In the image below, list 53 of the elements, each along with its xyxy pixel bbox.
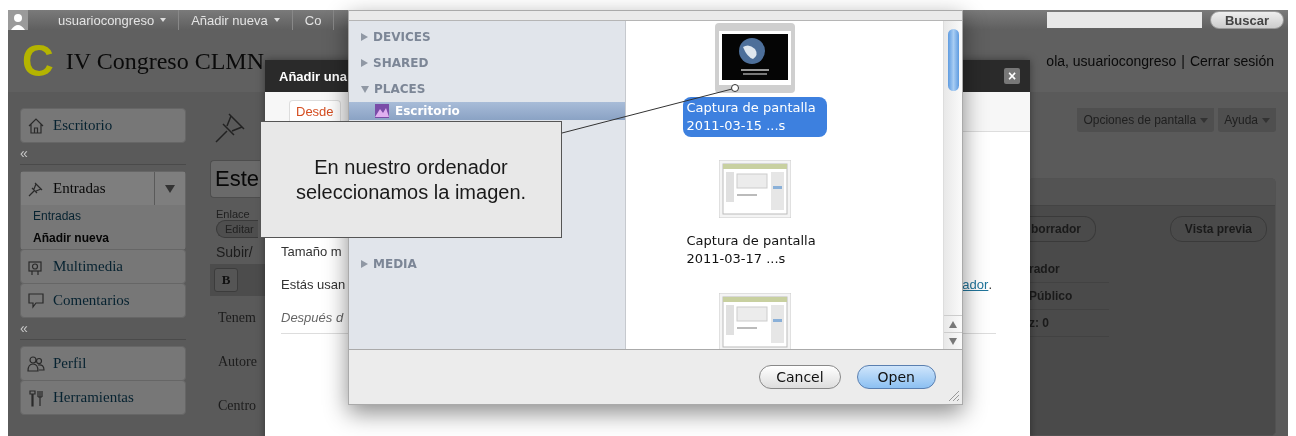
permalink-label: Enlace [216,208,250,220]
format-button[interactable]: B [214,268,238,292]
close-button[interactable]: × [1004,68,1020,84]
thumbnail-highlight[interactable] [714,23,795,93]
sidebar-group[interactable]: MEDIA [349,251,625,277]
submenu-item[interactable]: Añadir nueva [33,231,185,245]
callout-text: En nuestro ordenador seleccionamos la imagen. [294,154,528,205]
period-text: . [988,277,992,292]
sidebar-group[interactable]: SHARED [349,50,625,76]
house-icon [27,116,45,135]
sidebar-group[interactable]: DEVICES [349,24,625,50]
scrollbar[interactable] [943,21,962,349]
dialog-text: Después d [281,310,344,325]
search-button[interactable]: Buscar [1209,11,1284,29]
sidebar-item[interactable]: Escritorio [21,109,185,142]
editor-text: Tenem [218,310,256,326]
sidebar-item[interactable]: Comentarios [21,284,185,317]
sidebar-group[interactable]: PLACES [349,76,625,102]
site-logo: C [22,36,54,86]
tools-icon [27,388,45,407]
greeting-text: ola, usuariocongreso [1046,53,1177,69]
sidebar-item[interactable]: Multimedia [21,250,185,283]
text-link[interactable]: ador [962,277,989,292]
separator-text: | [1181,53,1185,69]
title-field[interactable]: Este [210,160,261,198]
caret-icon [1200,117,1209,123]
sidebar-item[interactable]: Escritorio [349,102,625,120]
collapse-arrows[interactable]: « [20,320,28,336]
dialog-tab[interactable]: Desde [289,100,341,122]
editor-text: Autore [218,354,257,370]
dialog-title: Añadir una [279,68,347,84]
search-field[interactable] [1046,12,1202,28]
sidebar-item[interactable]: Entradas [21,172,185,205]
sidebar-item[interactable]: Perfil [21,347,185,380]
site-title[interactable]: IV Congreso CLMN [65,47,264,75]
upload-label: Subir/ [216,244,253,260]
cancel-button[interactable]: Cancel [759,365,841,389]
avatar-icon [8,10,28,30]
file-name[interactable]: Captura de pantalla 2011-03-15 ...s [682,97,827,137]
submenu-item[interactable]: Entradas [33,209,185,223]
sidebar-item[interactable]: Herramientas [21,381,185,414]
editor-text: Centro [218,398,257,414]
collapse-arrows[interactable]: « [20,145,28,161]
speech-bubble-icon [27,291,45,310]
people-icon [27,354,45,373]
file-name[interactable]: Captura de pantalla 2011-03-17 ...s [682,230,827,270]
resize-grip-icon[interactable] [948,390,960,402]
open-button[interactable]: Open [856,365,936,389]
caret-icon [1262,117,1270,123]
logout-link[interactable]: Cerrar sesión [1189,53,1274,69]
desktop-folder-icon [375,104,389,118]
dialog-text: Tamaño m [281,244,342,259]
dialog-text: Estás usan [281,277,346,292]
